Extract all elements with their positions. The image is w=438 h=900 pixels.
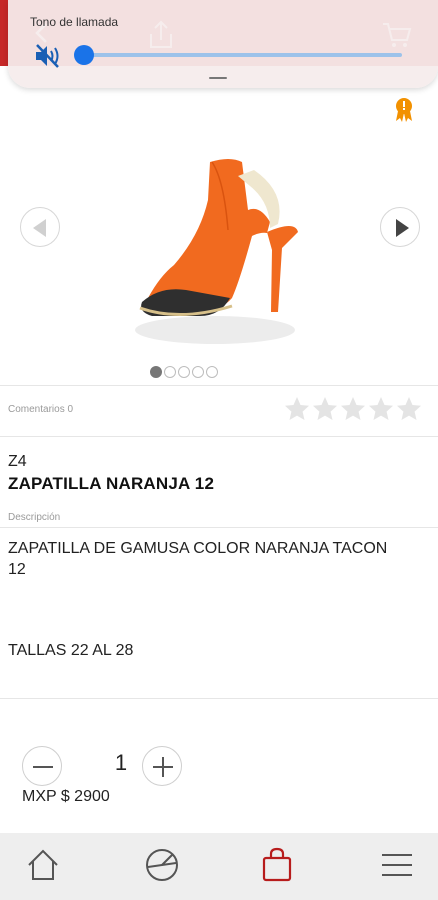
gallery-prev-button[interactable]	[20, 207, 60, 247]
volume-slider-track[interactable]	[82, 53, 402, 57]
description-text: ZAPATILLA DE GAMUSA COLOR NARANJA TACON	[8, 540, 388, 557]
home-icon[interactable]	[23, 845, 63, 885]
quantity-value[interactable]: 1	[110, 750, 132, 776]
gallery-page-indicator	[150, 366, 218, 380]
product-code: Z4	[8, 453, 27, 470]
description-label: Descripción	[8, 512, 61, 523]
rating-stars[interactable]	[284, 396, 422, 422]
star-icon[interactable]	[340, 396, 366, 422]
price: MXP $ 2900	[22, 788, 110, 805]
divider	[0, 385, 438, 386]
star-icon[interactable]	[312, 396, 338, 422]
decrease-quantity-button[interactable]	[22, 746, 62, 786]
product-image[interactable]	[120, 140, 320, 360]
shopping-bag-icon[interactable]	[257, 845, 297, 885]
gallery-next-button[interactable]	[380, 207, 420, 247]
gallery-page-dot[interactable]	[192, 366, 204, 378]
comments-count[interactable]: Comentarios 0	[8, 404, 73, 415]
increase-quantity-button[interactable]	[142, 746, 182, 786]
minus-icon	[33, 766, 53, 768]
volume-panel: Tono de llamada	[8, 0, 438, 88]
catalog-icon[interactable]	[142, 845, 182, 885]
star-icon[interactable]	[368, 396, 394, 422]
chevron-right-icon	[396, 219, 409, 237]
star-icon[interactable]	[396, 396, 422, 422]
sizes-text: TALLAS 22 AL 28	[8, 642, 134, 659]
divider	[0, 436, 438, 437]
gallery-page-dot[interactable]	[150, 366, 162, 378]
volume-label: Tono de llamada	[30, 15, 119, 29]
bottom-navigation	[0, 833, 438, 900]
chevron-left-icon	[33, 219, 46, 237]
divider	[0, 527, 438, 528]
gallery-page-dot[interactable]	[178, 366, 190, 378]
gallery-page-dot[interactable]	[164, 366, 176, 378]
description-text-continued: 12	[8, 561, 26, 578]
plus-icon	[153, 757, 173, 777]
gallery-page-dot[interactable]	[206, 366, 218, 378]
menu-icon[interactable]	[377, 845, 417, 885]
award-icon[interactable]	[393, 97, 415, 123]
divider	[0, 698, 438, 699]
volume-slider-thumb[interactable]	[74, 45, 94, 65]
panel-drag-handle[interactable]	[209, 77, 227, 79]
product-title: ZAPATILLA NARANJA 12	[8, 474, 215, 493]
mute-icon[interactable]	[34, 42, 64, 70]
star-icon[interactable]	[284, 396, 310, 422]
